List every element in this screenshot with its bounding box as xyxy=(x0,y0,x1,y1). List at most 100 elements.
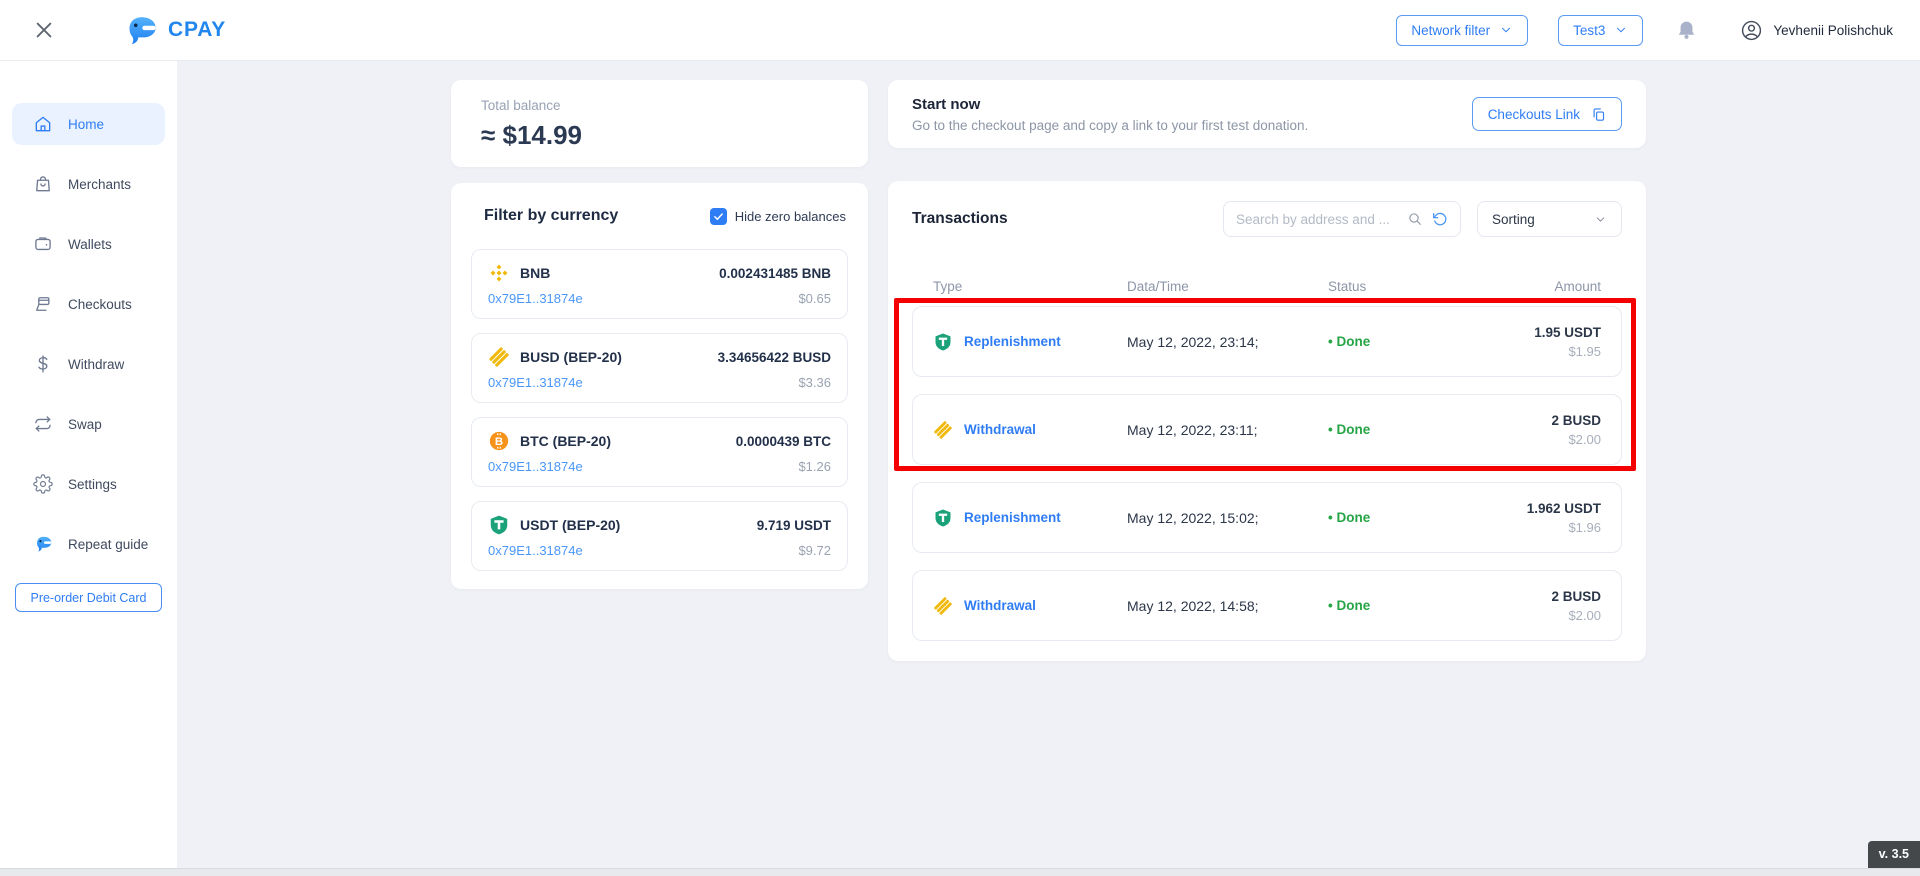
btc-icon: B xyxy=(488,430,510,452)
merchants-bag-icon xyxy=(33,174,53,194)
sidebar-item-swap[interactable]: Swap xyxy=(12,403,165,445)
transaction-type-link[interactable]: Replenishment xyxy=(964,510,1061,525)
close-icon[interactable] xyxy=(32,18,56,42)
checkouts-link-button[interactable]: Checkouts Link xyxy=(1472,97,1622,131)
chevron-down-icon xyxy=(1499,23,1513,37)
currency-amount: 0.0000439 BTC xyxy=(736,434,831,449)
start-now-subtitle: Go to the checkout page and copy a link … xyxy=(912,118,1308,133)
sidebar-item-merchants[interactable]: Merchants xyxy=(12,163,165,205)
currency-name: USDT (BEP-20) xyxy=(520,517,620,533)
transaction-amount: 1.95 USDT xyxy=(1534,325,1601,340)
sidebar-item-label: Checkouts xyxy=(68,297,132,312)
svg-text:B: B xyxy=(495,436,503,448)
network-filter-button[interactable]: Network filter xyxy=(1396,15,1528,46)
sidebar: Home Merchants Wallets xyxy=(0,61,177,868)
transaction-usd: $2.00 xyxy=(1551,432,1601,447)
sidebar-item-label: Merchants xyxy=(68,177,131,192)
swap-arrows-icon xyxy=(33,414,53,434)
cpay-logo[interactable]: CPAY xyxy=(122,14,226,47)
currency-amount: 9.719 USDT xyxy=(757,518,831,533)
transactions-title: Transactions xyxy=(912,210,1008,228)
currency-item-btc[interactable]: B BTC (BEP-20) 0.0000439 BTC xyxy=(471,417,848,487)
refresh-icon[interactable] xyxy=(1432,211,1448,227)
sidebar-item-home[interactable]: Home xyxy=(12,103,165,145)
sidebar-item-checkouts[interactable]: Checkouts xyxy=(12,283,165,325)
total-balance-label: Total balance xyxy=(481,98,838,113)
total-balance-value: ≈ $14.99 xyxy=(481,120,838,151)
user-name: Yevhenii Polishchuk xyxy=(1773,23,1893,38)
topbar: CPAY Network filter Test3 xyxy=(0,0,1920,61)
user-menu[interactable]: Yevhenii Polishchuk xyxy=(1740,19,1893,42)
column-status: Status xyxy=(1328,279,1554,294)
status-badge: Done xyxy=(1328,598,1551,613)
sidebar-item-label: Repeat guide xyxy=(68,537,148,552)
transaction-datetime: May 12, 2022, 23:11; xyxy=(1127,422,1328,438)
dollar-icon xyxy=(33,354,53,374)
main-content: Total balance ≈ $14.99 Filter by currenc… xyxy=(177,61,1920,868)
hide-zero-checkbox[interactable] xyxy=(710,208,727,225)
transaction-amount: 2 BUSD xyxy=(1551,413,1601,428)
checkout-terminal-icon xyxy=(33,294,53,314)
bnb-icon xyxy=(488,262,510,284)
wallet-address-link[interactable]: 0x79E1..31874e xyxy=(488,291,583,306)
currency-item-usdt[interactable]: USDT (BEP-20) 9.719 USDT 0x79E1..31874e … xyxy=(471,501,848,571)
currency-item-busd[interactable]: BUSD (BEP-20) 3.34656422 BUSD 0x79E1..31… xyxy=(471,333,848,403)
preorder-debit-card-button[interactable]: Pre-order Debit Card xyxy=(15,583,162,612)
wallet-address-link[interactable]: 0x79E1..31874e xyxy=(488,459,583,474)
column-type: Type xyxy=(933,279,1127,294)
transactions-table-header: Type Data/Time Status Amount xyxy=(912,279,1622,294)
sidebar-item-withdraw[interactable]: Withdraw xyxy=(12,343,165,385)
home-icon xyxy=(33,114,53,134)
brand-text: CPAY xyxy=(168,18,226,42)
column-datatime: Data/Time xyxy=(1127,279,1328,294)
currency-name: BTC (BEP-20) xyxy=(520,433,611,449)
topbar-right: Network filter Test3 Yevhenii Pol xyxy=(1396,15,1893,46)
busd-icon xyxy=(488,346,510,368)
currency-amount: 0.002431485 BNB xyxy=(719,266,831,281)
transaction-row: Replenishment May 12, 2022, 15:02; Done … xyxy=(912,482,1622,553)
transaction-row: Replenishment May 12, 2022, 23:14; Done … xyxy=(912,306,1622,377)
transaction-amount: 1.962 USDT xyxy=(1527,501,1601,516)
wallet-address-link[interactable]: 0x79E1..31874e xyxy=(488,543,583,558)
check-icon xyxy=(713,211,724,222)
search-icon[interactable] xyxy=(1407,211,1423,227)
start-now-card: Start now Go to the checkout page and co… xyxy=(888,80,1646,148)
transaction-row: Withdrawal May 12, 2022, 23:11; Done 2 B… xyxy=(912,394,1622,465)
wallet-address-link[interactable]: 0x79E1..31874e xyxy=(488,375,583,390)
filter-by-currency-card: Filter by currency Hide zero balances xyxy=(451,183,868,589)
transaction-usd: $1.96 xyxy=(1527,520,1601,535)
hide-zero-label: Hide zero balances xyxy=(735,209,846,224)
currency-usd-value: $0.65 xyxy=(798,291,831,306)
cpay-logo-icon xyxy=(33,534,53,554)
sorting-dropdown[interactable]: Sorting xyxy=(1477,201,1622,237)
sidebar-item-settings[interactable]: Settings xyxy=(12,463,165,505)
transaction-type-link[interactable]: Replenishment xyxy=(964,334,1061,349)
chevron-down-icon xyxy=(1614,23,1628,37)
total-balance-card: Total balance ≈ $14.99 xyxy=(451,80,868,167)
bottom-scrollbar-track[interactable] xyxy=(0,868,1920,876)
version-badge: v. 3.5 xyxy=(1868,841,1920,868)
hide-zero-balances-toggle[interactable]: Hide zero balances xyxy=(710,208,846,225)
transactions-card: Transactions xyxy=(888,181,1646,661)
sidebar-item-wallets[interactable]: Wallets xyxy=(12,223,165,265)
currency-item-bnb[interactable]: BNB 0.002431485 BNB 0x79E1..31874e $0.65 xyxy=(471,249,848,319)
transaction-datetime: May 12, 2022, 23:14; xyxy=(1127,334,1328,350)
notifications-bell-icon[interactable] xyxy=(1675,19,1698,42)
transaction-usd: $1.95 xyxy=(1534,344,1601,359)
column-amount: Amount xyxy=(1554,279,1601,294)
transaction-usd: $2.00 xyxy=(1551,608,1601,623)
sidebar-item-repeat-guide[interactable]: Repeat guide xyxy=(12,523,165,565)
transactions-search xyxy=(1223,201,1461,237)
search-input[interactable] xyxy=(1236,212,1398,227)
busd-icon xyxy=(933,420,953,440)
currency-usd-value: $3.36 xyxy=(798,375,831,390)
transaction-type-link[interactable]: Withdrawal xyxy=(964,598,1036,613)
sidebar-item-label: Withdraw xyxy=(68,357,124,372)
wallet-icon xyxy=(33,234,53,254)
usdt-icon xyxy=(933,508,953,528)
transaction-type-link[interactable]: Withdrawal xyxy=(964,422,1036,437)
account-selector-button[interactable]: Test3 xyxy=(1558,15,1643,46)
status-badge: Done xyxy=(1328,510,1527,525)
cpay-logo-icon xyxy=(122,14,159,47)
copy-icon xyxy=(1591,107,1606,122)
